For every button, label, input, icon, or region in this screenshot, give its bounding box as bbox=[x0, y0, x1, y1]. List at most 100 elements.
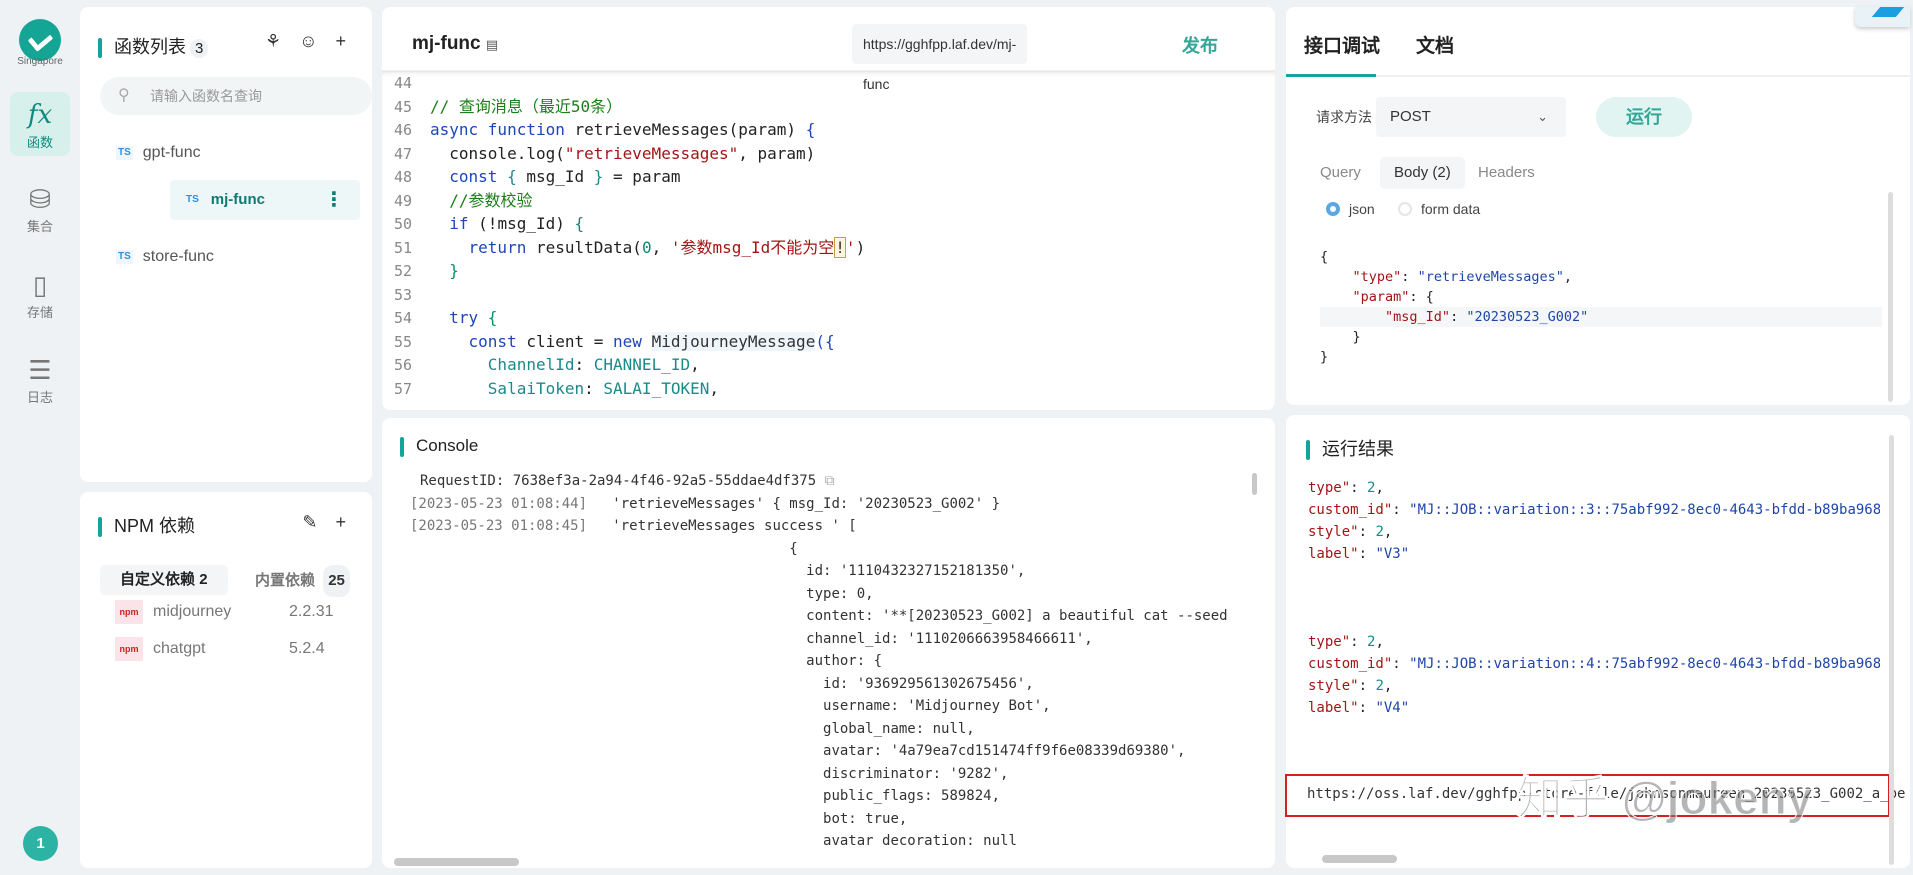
code-token: : bbox=[1450, 309, 1467, 325]
radio-form-data[interactable]: form data bbox=[1398, 201, 1480, 217]
result-line: type": 2, bbox=[1308, 631, 1880, 653]
log-indent bbox=[410, 788, 587, 804]
edit-icon[interactable]: ✎ bbox=[302, 512, 335, 532]
nav-item-storage[interactable]: ▯ 存储 bbox=[10, 262, 70, 326]
log-message: author: { bbox=[587, 653, 883, 669]
tab-body[interactable]: Body (2) bbox=[1380, 157, 1465, 189]
package-row[interactable]: npm midjourney 2.2.31 bbox=[115, 598, 355, 626]
code-token: , bbox=[1375, 634, 1384, 650]
line-number: 51 bbox=[393, 238, 412, 257]
add-package-icon[interactable]: + bbox=[335, 512, 364, 532]
doc-icon[interactable]: ▤ bbox=[486, 37, 498, 52]
tab-builtin-deps[interactable]: 内置依赖 25 bbox=[245, 565, 360, 597]
code-token: "20230523_G002" bbox=[1466, 309, 1589, 325]
tab-count: 25 bbox=[323, 565, 350, 597]
log-message: avatar: '4a79ea7cd151474ff9f6e08339d6938… bbox=[587, 743, 1186, 759]
function-title: mj-func bbox=[412, 33, 481, 54]
tab-docs[interactable]: 文档 bbox=[1416, 31, 1454, 58]
result-line: style": 2, bbox=[1308, 521, 1880, 543]
nav-item-functions[interactable]: fx 函数 bbox=[10, 92, 70, 156]
code-line: 49 //参数校验 bbox=[382, 189, 1275, 213]
notification-badge[interactable]: 1 bbox=[23, 826, 58, 861]
log-indent bbox=[410, 743, 587, 759]
tab-custom-deps[interactable]: 自定义依赖 2 bbox=[100, 565, 228, 595]
log-row: content: '**[20230523_G002] a beautiful … bbox=[410, 605, 1235, 628]
code-token: msg_Id bbox=[526, 167, 594, 186]
log-indent bbox=[410, 608, 587, 624]
bot-icon[interactable]: ☺ bbox=[299, 31, 335, 51]
log-message: discriminator: '9282', bbox=[587, 765, 1009, 782]
function-item-selected[interactable]: TS mj-func ⋮ bbox=[170, 180, 360, 220]
function-search-input[interactable]: ⚲ 请输入函数名查询 bbox=[100, 77, 372, 115]
add-function-icon[interactable]: + bbox=[335, 31, 364, 51]
method-select[interactable]: POST ⌄ bbox=[1376, 97, 1566, 137]
log-message: channel_id: '1110206663958466611', bbox=[587, 630, 1093, 647]
body-line: } bbox=[1320, 347, 1882, 367]
more-icon[interactable]: ⋮ bbox=[324, 180, 344, 220]
code-token: "msg_Id" bbox=[1385, 309, 1451, 325]
radio-checked-icon bbox=[1326, 202, 1340, 216]
code-token: ({ bbox=[815, 331, 835, 351]
code-token: "V4" bbox=[1375, 700, 1410, 716]
code-token: : bbox=[1350, 480, 1368, 496]
result-vertical-scrollbar[interactable] bbox=[1889, 435, 1894, 865]
code-line: 52 } bbox=[382, 259, 1275, 283]
tab-query[interactable]: Query bbox=[1306, 157, 1375, 189]
radio-json[interactable]: json bbox=[1326, 201, 1375, 217]
code-token: ! bbox=[834, 236, 846, 258]
body-scrollbar[interactable] bbox=[1888, 192, 1893, 402]
package-name: midjourney bbox=[153, 603, 232, 620]
log-indent bbox=[410, 541, 587, 557]
radio-label: json bbox=[1349, 201, 1375, 217]
console-vertical-scrollbar[interactable] bbox=[1252, 473, 1257, 495]
run-button[interactable]: 运行 bbox=[1596, 97, 1692, 137]
tab-label: 内置依赖 bbox=[255, 572, 316, 589]
region-label: Singapore bbox=[17, 56, 63, 67]
laf-logo[interactable] bbox=[19, 19, 61, 61]
result-panel: 运行结果 type": 2, custom_id": "MJ::JOB::vari… bbox=[1285, 415, 1910, 868]
code-editor[interactable]: 44 45 // 查询消息（最近50条） 46 async function retri… bbox=[382, 70, 1275, 410]
body-line: { bbox=[1320, 247, 1882, 267]
log-indent bbox=[410, 833, 587, 848]
code-token: ) bbox=[855, 237, 866, 257]
result-line: type": 2, bbox=[1308, 477, 1880, 499]
tab-headers[interactable]: Headers bbox=[1464, 157, 1549, 189]
line-number: 56 bbox=[393, 356, 412, 374]
nav-item-collections[interactable]: ⛁ 集合 bbox=[10, 176, 70, 240]
code-token: const bbox=[430, 167, 508, 186]
request-id: RequestID: 7638ef3a-2a94-4f46-92a5-55dda… bbox=[420, 473, 817, 489]
code-token: 0 bbox=[641, 237, 652, 257]
code-line: 46 async function retrieveMessages(param)… bbox=[382, 118, 1275, 142]
package-version: 2.2.31 bbox=[289, 603, 334, 620]
log-message: 'retrieveMessages success ' [ bbox=[587, 518, 857, 534]
line-number: 52 bbox=[393, 262, 412, 280]
log-row: channel_id: '1110206663958466611', bbox=[410, 628, 1235, 651]
log-message: content: '**[20230523_G002] a beautiful … bbox=[806, 608, 1228, 624]
function-name: mj-func bbox=[210, 191, 265, 208]
log-timestamp: [2023-05-23 01:08:44] bbox=[410, 495, 588, 512]
package-row[interactable]: npm chatgpt 5.2.4 bbox=[115, 635, 355, 663]
function-item[interactable]: TS gpt-func bbox=[100, 128, 372, 178]
log-message: { bbox=[587, 540, 798, 557]
console-horizontal-scrollbar[interactable] bbox=[394, 858, 519, 866]
log-message: global_name: null, bbox=[587, 720, 975, 737]
webhook-icon[interactable]: ⚘ bbox=[265, 31, 299, 51]
code-token: { bbox=[1320, 249, 1329, 265]
result-horizontal-scrollbar[interactable] bbox=[1322, 855, 1397, 863]
code-line: 51 return resultData(0, '参数msg_Id不能为空!') bbox=[382, 236, 1275, 260]
log-row: avatar_decoration: null bbox=[410, 830, 1235, 848]
code-token: "retrieveMessages" bbox=[1417, 269, 1564, 285]
log-row: bot: true, bbox=[410, 808, 1235, 831]
npm-panel: NPM 依赖 ✎+ 自定义依赖 2 内置依赖 25 npm midjourney 2… bbox=[80, 492, 372, 868]
floating-widget[interactable] bbox=[1855, 7, 1910, 27]
nav-item-logs[interactable]: ☰ 日志 bbox=[10, 347, 70, 411]
log-indent bbox=[410, 698, 587, 714]
tab-api-debug[interactable]: 接口调试 bbox=[1304, 31, 1380, 58]
publish-button[interactable]: 发布 bbox=[1182, 32, 1218, 58]
function-item[interactable]: TS store-func bbox=[100, 232, 372, 282]
request-body-editor[interactable]: { "type": "retrieveMessages", "param": {… bbox=[1320, 247, 1882, 367]
function-url[interactable]: https://gghfpp.laf.dev/mj-func bbox=[852, 24, 1027, 92]
copy-icon[interactable]: ⧉ bbox=[825, 473, 835, 489]
log-indent bbox=[410, 721, 587, 737]
code-token: = param bbox=[603, 167, 681, 186]
